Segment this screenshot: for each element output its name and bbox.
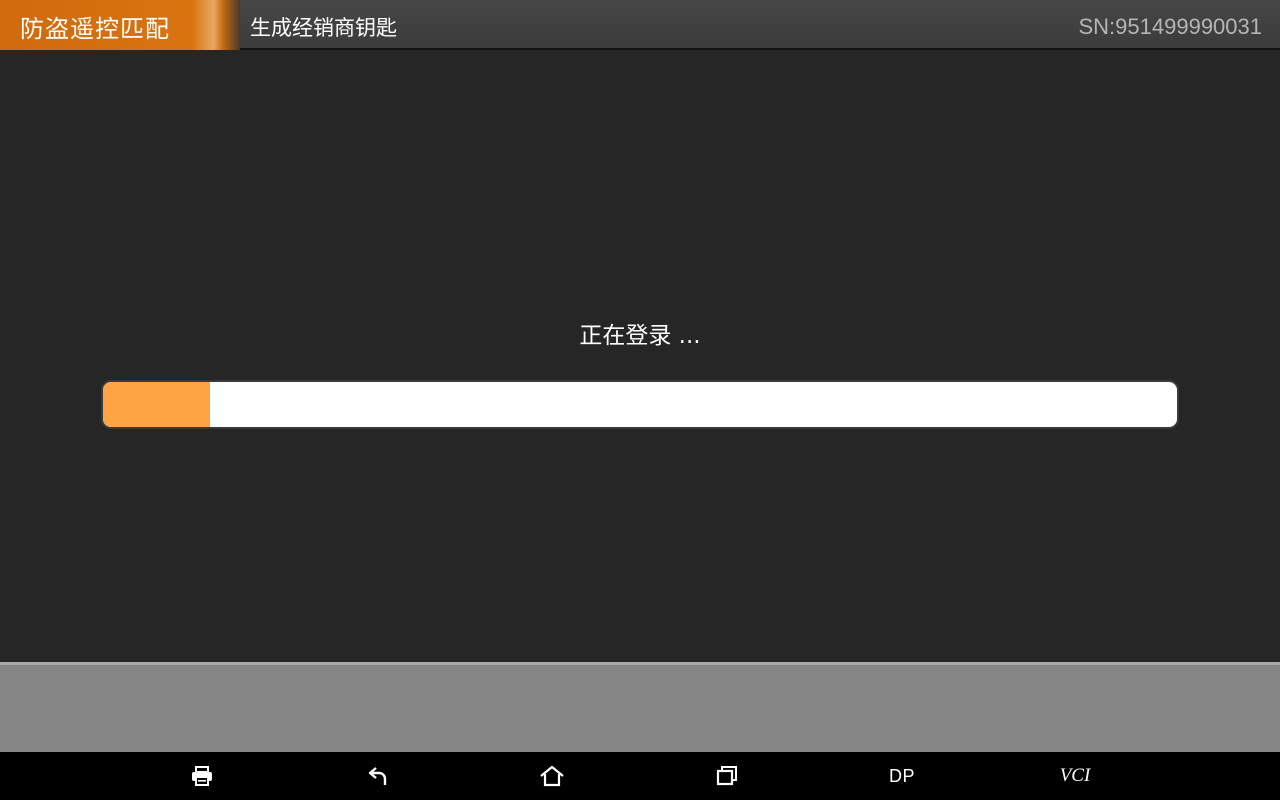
print-button[interactable] [172, 752, 232, 800]
main-content: 正在登录 ... [0, 52, 1280, 662]
back-button[interactable] [348, 752, 408, 800]
progress-fill [103, 382, 211, 427]
home-button[interactable] [522, 752, 582, 800]
app-title: 防盗遥控匹配 [20, 15, 170, 43]
screen: 防盗遥控匹配 生成经销商钥匙 SN:951499990031 正在登录 ... [0, 0, 1280, 800]
page-title: 生成经销商钥匙 [250, 16, 397, 40]
vci-label: VCI [1059, 765, 1091, 786]
dp-label: DP [888, 765, 915, 786]
status-text: 正在登录 ... [579, 323, 701, 349]
serial-number: SN:951499990031 [1078, 14, 1263, 39]
progress-bar [101, 380, 1179, 429]
recent-apps-icon [716, 766, 737, 786]
print-icon [192, 766, 212, 786]
dp-button[interactable]: DP [872, 752, 932, 800]
recent-apps-button[interactable] [697, 752, 757, 800]
vci-button[interactable]: VCI [1045, 752, 1105, 800]
home-icon [540, 765, 564, 787]
bottom-button-area [0, 662, 1280, 752]
navigation-bar: DP VCI [0, 752, 1280, 800]
back-icon [368, 767, 387, 785]
app-tab[interactable]: 防盗遥控匹配 [0, 0, 240, 50]
header-bar: 防盗遥控匹配 生成经销商钥匙 SN:951499990031 [0, 0, 1280, 50]
